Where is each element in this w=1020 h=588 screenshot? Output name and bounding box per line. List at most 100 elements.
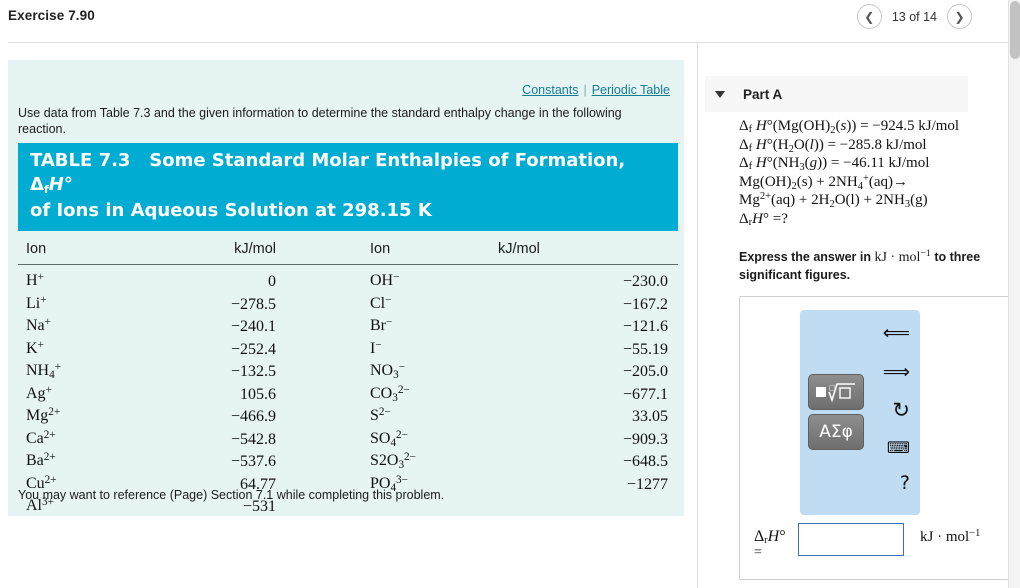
- answer-units: kJ · mol−1: [920, 528, 981, 545]
- ion-formula: I−: [370, 338, 382, 357]
- ion-value: −252.4: [230, 340, 276, 358]
- ion-formula: Cl−: [370, 293, 392, 312]
- page-scrollbar[interactable]: [1008, 0, 1020, 588]
- answer-instruction: Express the answer in kJ · mol−1 to thre…: [739, 248, 989, 283]
- ion-formula: Ca2+: [26, 428, 56, 447]
- unknown-line: ΔrH° =?: [739, 210, 788, 228]
- table-row: Mg2+ −466.9 S2− 33.05: [18, 406, 678, 429]
- pager-count: 13 of 14: [891, 9, 937, 24]
- chevron-left-icon[interactable]: ❮: [856, 4, 882, 29]
- header-divider: [8, 42, 1008, 43]
- ion-formula: Ag+: [26, 383, 52, 402]
- ion-formula: K+: [26, 338, 44, 357]
- ion-value: −537.6: [230, 453, 276, 470]
- redo-arrow-icon[interactable]: ⟹: [883, 361, 910, 383]
- ion-formula: S2−: [370, 406, 391, 424]
- resource-links: Constants | Periodic Table: [522, 83, 670, 97]
- question-mark-icon[interactable]: ?: [900, 472, 910, 494]
- ion-value: 105.6: [240, 385, 276, 403]
- scrollbar-thumb[interactable]: [1010, 1, 1020, 59]
- answer-entry-box: □ ΑΣφ ⟸ ⟹ ↻ ⌨ ? ΔrH° = kJ · mol−1: [739, 296, 1009, 580]
- col-header-value-right: kJ/mol: [498, 231, 678, 265]
- ion-value: −132.5: [230, 363, 276, 380]
- table-rows: H+ 0 OH− −230.0 Li+ −278.5 Cl− −167.2 Na+ −240.1 B…: [18, 265, 678, 519]
- periodic-table-link[interactable]: Periodic Table: [592, 83, 670, 97]
- chevron-right-icon[interactable]: ❯: [947, 4, 972, 29]
- ion-value: −909.3: [622, 430, 668, 448]
- table-row: NH4+ −132.5 NO3− −205.0: [18, 361, 678, 384]
- part-a-header[interactable]: Part A: [705, 76, 968, 112]
- ion-value: −240.1: [230, 318, 276, 335]
- ion-value: −230.0: [622, 273, 668, 290]
- given-data-block: Δf H°(Mg(OH)2(s)) = −924.5 kJ/mol Δf H°(…: [739, 118, 1009, 229]
- greek-symbols-button[interactable]: ΑΣφ: [808, 414, 864, 450]
- top-bar: Exercise 7.90 ❮ 13 of 14 ❯: [0, 0, 1008, 42]
- constants-link[interactable]: Constants: [522, 83, 578, 97]
- ion-formula: S2O32−: [370, 451, 416, 471]
- col-header-ion-right: Ion: [348, 231, 498, 265]
- ion-value: −677.1: [622, 385, 668, 403]
- col-header-value-left: kJ/mol: [168, 231, 348, 265]
- ion-value: 33.05: [632, 408, 668, 425]
- reference-footnote: You may want to reference (Page) Section…: [18, 488, 445, 502]
- col-header-ion-left: Ion: [18, 231, 168, 265]
- table-row: Ba2+ −537.6 S2O32− −648.5: [18, 451, 678, 474]
- ion-formula: OH−: [370, 271, 400, 289]
- ion-value: −466.9: [230, 408, 276, 425]
- ion-value: 0: [268, 273, 276, 290]
- table-row: Ag+ 105.6 CO32− −677.1: [18, 384, 678, 407]
- instruction-prefix: Express the answer in: [739, 250, 872, 264]
- page-title: Exercise 7.90: [8, 8, 95, 23]
- ion-value: −121.6: [622, 318, 668, 335]
- ion-formula: SO42−: [370, 428, 408, 449]
- answer-row: ΔrH° = kJ · mol−1: [754, 523, 1000, 561]
- math-palette: □ ΑΣφ ⟸ ⟹ ↻ ⌨ ?: [800, 310, 920, 515]
- ion-formula: NO3−: [370, 361, 406, 381]
- ion-value: −542.8: [230, 430, 276, 448]
- reset-circular-arrow-icon[interactable]: ↻: [892, 398, 910, 422]
- ion-value: −205.0: [622, 363, 668, 380]
- table-row: K+ −252.4 I− −55.19: [18, 339, 678, 362]
- table-body: Ion kJ/mol Ion kJ/mol H+ 0 OH− −230.0 Li+ −27…: [18, 231, 678, 519]
- ion-value: −55.19: [622, 340, 668, 358]
- ion-formula: NH4+: [26, 361, 62, 381]
- problem-panel: Constants | Periodic Table Use data from T…: [8, 60, 684, 516]
- ion-formula: CO32−: [370, 383, 410, 404]
- enthalpy-table: TABLE 7.3 Some Standard Molar Enthalpies…: [18, 143, 678, 519]
- answer-input[interactable]: [798, 523, 904, 556]
- ion-formula: Ba2+: [26, 451, 56, 469]
- reaction-line-2: Mg2+(aq) + 2H2O(l) + 2NH3(g): [739, 191, 928, 210]
- ion-formula: H+: [26, 271, 44, 289]
- ion-formula: Mg2+: [26, 406, 61, 424]
- problem-prompt: Use data from Table 7.3 and the given in…: [18, 106, 622, 136]
- instruction-units: kJ · mol−1: [874, 248, 931, 265]
- table-row: Ca2+ −542.8 SO42− −909.3: [18, 429, 678, 452]
- column-divider: [697, 42, 698, 588]
- ion-value: −648.5: [622, 453, 668, 470]
- part-a-label: Part A: [743, 86, 783, 102]
- given-line-3: Δf H°(NH3(g)) = −46.11 kJ/mol: [739, 155, 930, 173]
- ion-formula: Li+: [26, 293, 47, 312]
- pager: ❮ 13 of 14 ❯: [856, 4, 972, 29]
- template-sqrt-button[interactable]: □: [808, 374, 864, 410]
- ion-formula: Na+: [26, 316, 51, 334]
- ion-formula: Br−: [370, 316, 393, 334]
- given-line-1: Δf H°(Mg(OH)2(s)) = −924.5 kJ/mol: [739, 118, 960, 136]
- reaction-line-1: Mg(OH)2(s) + 2NH4+(aq)→: [739, 172, 909, 192]
- table-row: H+ 0 OH− −230.0: [18, 265, 678, 294]
- table-header-row: Ion kJ/mol Ion kJ/mol: [18, 231, 678, 265]
- link-separator: |: [583, 83, 587, 97]
- given-line-2: Δf H°(H2O(l)) = −285.8 kJ/mol: [739, 136, 927, 155]
- answer-equals: =: [754, 545, 762, 560]
- keyboard-icon[interactable]: ⌨: [887, 438, 910, 457]
- ion-value: −167.2: [622, 295, 668, 313]
- page-root: Exercise 7.90 ❮ 13 of 14 ❯ Constants | Per…: [0, 0, 1020, 588]
- table-row: Na+ −240.1 Br− −121.6: [18, 316, 678, 339]
- ion-value: −278.5: [230, 295, 276, 313]
- ion-value: [498, 496, 678, 519]
- undo-arrow-icon[interactable]: ⟸: [883, 322, 910, 344]
- caret-down-icon[interactable]: [715, 90, 725, 98]
- table-row: Li+ −278.5 Cl− −167.2: [18, 294, 678, 317]
- ion-value: −1277: [626, 475, 668, 493]
- answer-symbol: ΔrH° =: [754, 523, 798, 561]
